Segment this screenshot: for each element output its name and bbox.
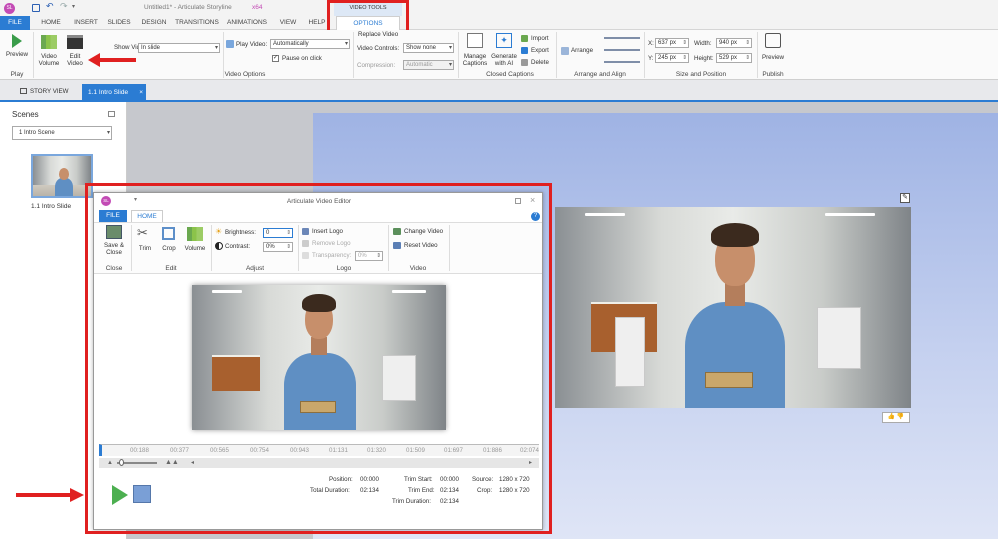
scene-dropdown[interactable]: 1 Intro Scene <box>12 126 112 140</box>
video-edit-icon[interactable]: ✎ <box>900 193 910 203</box>
compression-dropdown[interactable]: Automatic <box>403 60 454 70</box>
tab-transitions[interactable]: TRANSITIONS <box>174 16 220 30</box>
manage-captions-label: Manage Captions <box>462 53 488 67</box>
x-input[interactable]: 637 px <box>655 38 689 48</box>
scenes-panel-icon[interactable] <box>108 111 115 117</box>
play-video-dropdown[interactable]: Automatically <box>270 39 350 49</box>
compression-label: Compression: <box>357 62 396 69</box>
align-icons[interactable] <box>604 34 640 68</box>
closed-captions-group-label: Closed Captions <box>486 71 534 78</box>
publish-preview-label: Preview <box>761 54 784 61</box>
arrange-button[interactable]: Arrange <box>571 47 593 54</box>
save-icon[interactable] <box>32 4 40 12</box>
annotation-box-video-editor <box>85 183 552 534</box>
edit-video-label: Edit Video <box>67 53 83 67</box>
width-label: Width: <box>694 40 712 47</box>
preview-label: Preview <box>5 51 28 58</box>
volume-icon <box>41 35 57 49</box>
play-icon <box>12 34 22 48</box>
generate-ai-label: Generate with AI <box>491 53 517 67</box>
window-title: Untitled1* - Articulate Storyline <box>144 4 232 11</box>
video-volume-button[interactable]: Video Volume <box>36 33 62 69</box>
x-label: X: <box>648 40 654 47</box>
view-tab-bar: STORY VIEW 1.1 Intro Slide × <box>0 80 998 102</box>
publish-group-label: Publish <box>762 71 784 78</box>
slide-thumbnail[interactable] <box>31 154 93 198</box>
width-input[interactable]: 940 px <box>716 38 752 48</box>
tab-file[interactable]: FILE <box>0 16 30 30</box>
delete-icon <box>521 59 528 66</box>
rating-buttons[interactable]: 👍 👎 <box>882 412 910 423</box>
clapperboard-icon <box>67 35 83 49</box>
arrange-align-group-label: Arrange and Align <box>574 71 626 78</box>
ribbon-tab-row: FILE HOME INSERT SLIDES DESIGN TRANSITIO… <box>0 16 998 30</box>
ribbon: Preview Play Video Volume Edit Video Sho… <box>0 30 998 80</box>
tab-animations[interactable]: ANIMATIONS <box>224 16 270 30</box>
annotation-arrowhead <box>70 488 84 502</box>
video-volume-label: Video Volume <box>38 53 60 67</box>
import-button[interactable]: Import <box>531 35 549 42</box>
replace-video-button[interactable]: Replace Video <box>358 31 398 38</box>
preview-magnifier-icon <box>765 33 781 48</box>
tab-insert[interactable]: INSERT <box>70 16 102 30</box>
import-icon <box>521 35 528 42</box>
tab-slides[interactable]: SLIDES <box>104 16 134 30</box>
height-input[interactable]: 529 px <box>716 53 752 63</box>
preview-button[interactable]: Preview <box>4 34 30 64</box>
play-video-icon <box>226 40 234 48</box>
scenes-title: Scenes <box>12 110 39 119</box>
tab-help[interactable]: HELP <box>306 16 328 30</box>
slide-video-object[interactable] <box>555 207 911 408</box>
captions-icon <box>467 33 483 48</box>
undo-icon[interactable]: ↶ <box>46 1 54 12</box>
y-label: Y: <box>648 55 654 62</box>
annotation-arrowhead <box>88 53 100 67</box>
tab-design[interactable]: DESIGN <box>138 16 170 30</box>
slide-thumbnail-label: 1.1 Intro Slide <box>31 203 72 210</box>
annotation-arrow-play <box>16 493 70 497</box>
ai-sparkle-icon: ✦ <box>496 33 512 48</box>
window-title-suffix: x64 <box>252 4 263 11</box>
edit-video-button[interactable]: Edit Video <box>64 33 86 69</box>
video-controls-dropdown[interactable]: Show none <box>403 43 454 53</box>
pause-on-click-label: Pause on click <box>282 55 322 62</box>
export-icon <box>521 47 528 54</box>
video-controls-label: Video Controls: <box>357 45 400 52</box>
size-position-group-label: Size and Position <box>675 71 727 78</box>
video-options-group-label: Video Options <box>224 71 266 78</box>
divider <box>353 32 354 78</box>
arrange-icon <box>561 47 569 55</box>
play-video-label: Play Video: <box>236 41 268 48</box>
story-view-icon <box>20 88 27 94</box>
divider <box>644 32 645 78</box>
divider <box>556 32 557 78</box>
show-video-dropdown[interactable]: In slide <box>138 43 220 53</box>
title-bar: SL ↶ ↷ ▾ Untitled1* - Articulate Storyli… <box>0 0 998 16</box>
pause-on-click-checkbox[interactable]: ✓ <box>272 55 279 62</box>
height-label: Height: <box>694 55 714 62</box>
slide-tab-label: 1.1 Intro Slide <box>88 89 129 96</box>
y-input[interactable]: 245 px <box>655 53 689 63</box>
export-button[interactable]: Export <box>531 47 549 54</box>
redo-icon[interactable]: ↷ <box>60 1 68 12</box>
close-tab-icon[interactable]: × <box>139 84 143 102</box>
tab-view[interactable]: VIEW <box>274 16 302 30</box>
delete-button[interactable]: Delete <box>531 59 549 66</box>
slide-tab[interactable]: 1.1 Intro Slide × <box>82 84 146 102</box>
app-logo: SL <box>4 3 15 14</box>
play-group-label: Play <box>10 71 24 78</box>
tab-home[interactable]: HOME <box>34 16 68 30</box>
qat-menu-icon[interactable]: ▾ <box>72 3 75 10</box>
annotation-arrow-edit-video <box>98 58 136 62</box>
story-view-tab[interactable]: STORY VIEW <box>30 88 69 95</box>
